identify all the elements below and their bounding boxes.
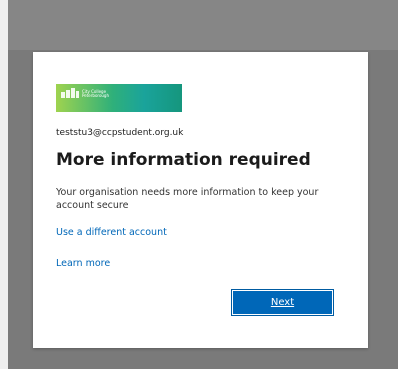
next-button[interactable]: Next (231, 289, 334, 316)
logo-text-line2: Peterborough (82, 93, 110, 98)
logo-text: City College Peterborough (82, 90, 109, 98)
organization-logo: City College Peterborough (56, 84, 182, 112)
page-backdrop-top (8, 0, 398, 50)
logo-mark-icon (61, 88, 79, 98)
use-different-account-link[interactable]: Use a different account (56, 227, 167, 238)
page-title: More information required (56, 150, 311, 170)
account-username: teststu3@ccpstudent.org.uk (56, 128, 184, 138)
screenshot-frame: City College Peterborough teststu3@ccpst… (0, 0, 398, 369)
sign-in-card: City College Peterborough teststu3@ccpst… (33, 52, 368, 348)
learn-more-link[interactable]: Learn more (56, 258, 110, 269)
description-text: Your organisation needs more information… (56, 187, 319, 211)
